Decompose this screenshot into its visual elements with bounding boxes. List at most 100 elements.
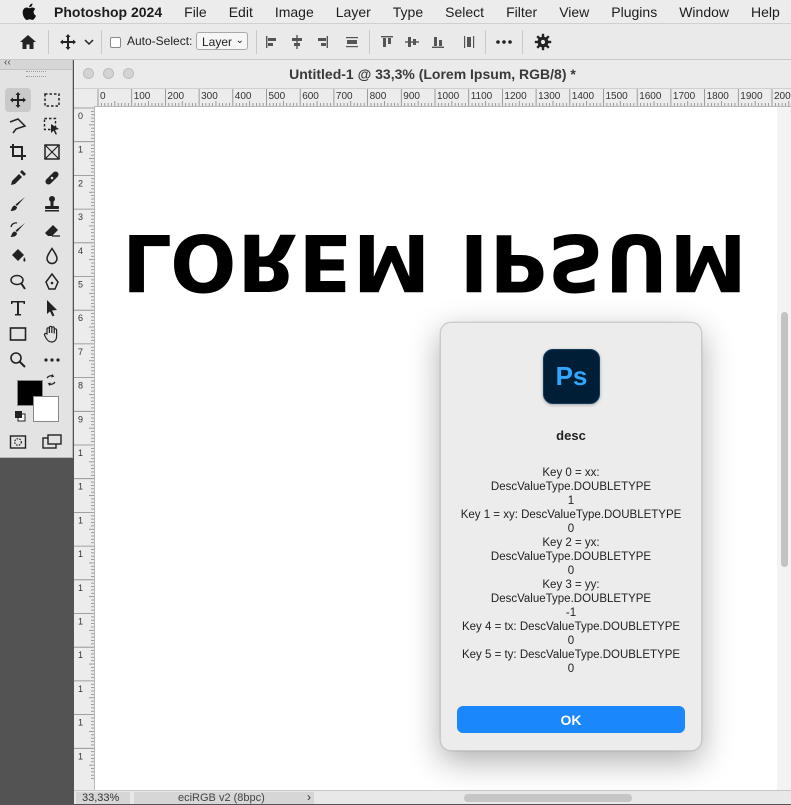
menu-app-name[interactable]: Photoshop 2024 xyxy=(52,4,173,20)
ruler-h-label: 1200 xyxy=(504,91,527,102)
ruler-v-label: 1 xyxy=(78,482,83,492)
photoshop-app-icon: Ps xyxy=(543,349,600,404)
default-colors-icon[interactable] xyxy=(13,409,27,423)
ruler-h-label: 200 xyxy=(167,91,184,102)
horizontal-scroll-thumb[interactable] xyxy=(464,794,632,802)
align-right-edges-icon[interactable] xyxy=(312,32,332,52)
ruler-h-label: 900 xyxy=(403,91,420,102)
ruler-v-label: 1 xyxy=(78,448,83,458)
clone-stamp-tool-icon[interactable] xyxy=(39,192,65,216)
menu-edit[interactable]: Edit xyxy=(218,4,264,20)
distribute-vertical-icon[interactable] xyxy=(459,32,479,52)
ok-button[interactable]: OK xyxy=(457,706,685,733)
auto-select-checkbox[interactable] xyxy=(110,37,121,48)
path-selection-tool-icon[interactable] xyxy=(39,296,65,320)
eyedropper-tool-icon[interactable] xyxy=(5,166,31,190)
dialog-message-line: -1 xyxy=(565,607,577,619)
tools-panel-header[interactable]: ‹‹ xyxy=(0,57,72,70)
rectangular-marquee-tool-icon[interactable] xyxy=(39,88,65,112)
history-brush-tool-icon[interactable] xyxy=(5,218,31,242)
align-horizontal-centers-icon[interactable] xyxy=(287,32,307,52)
menu-window[interactable]: Window xyxy=(668,4,740,20)
collapse-panel-icon[interactable]: ‹‹ xyxy=(4,57,11,68)
zoom-tool-icon[interactable] xyxy=(5,348,31,372)
menu-select[interactable]: Select xyxy=(434,4,495,20)
hand-tool-icon[interactable] xyxy=(39,322,65,346)
spot-healing-brush-tool-icon[interactable] xyxy=(39,166,65,190)
menu-bar: Photoshop 2024 File Edit Image Layer Typ… xyxy=(0,0,791,24)
menu-help[interactable]: Help xyxy=(740,4,791,20)
ruler-h-label: 1900 xyxy=(740,91,763,102)
eraser-tool-icon[interactable] xyxy=(39,218,65,242)
ruler-v-label: 2 xyxy=(78,178,83,188)
distribute-horizontal-icon[interactable] xyxy=(342,32,362,52)
rectangle-tool-icon[interactable] xyxy=(5,322,31,346)
move-tool-icon[interactable] xyxy=(58,32,78,52)
crop-tool-icon[interactable] xyxy=(5,140,31,164)
menu-type[interactable]: Type xyxy=(382,4,434,20)
ruler-v-label: 1 xyxy=(78,145,83,155)
status-bar: 33,33% eciRGB v2 (8bpc) › xyxy=(74,790,791,804)
ruler-v-label: 1 xyxy=(78,751,83,761)
screen-mode-icon[interactable] xyxy=(39,430,65,454)
menu-image[interactable]: Image xyxy=(264,4,325,20)
ruler-h-label: 200 xyxy=(774,91,791,102)
vertical-scroll-thumb[interactable] xyxy=(781,312,788,567)
dodge-tool-icon[interactable] xyxy=(5,270,31,294)
more-options-icon[interactable] xyxy=(494,32,514,52)
home-icon[interactable] xyxy=(18,32,38,52)
menu-plugins[interactable]: Plugins xyxy=(600,4,668,20)
ruler-h-label: 1500 xyxy=(606,91,629,102)
menu-view[interactable]: View xyxy=(548,4,600,20)
more-tools-icon[interactable] xyxy=(39,348,65,372)
ruler-v-label: 1 xyxy=(78,549,83,559)
horizontal-ruler[interactable]: 0 100 200 300 400 500 600 700 800 900 1000 1100 1200… xyxy=(94,89,791,107)
ruler-h-label: 100 xyxy=(134,91,151,102)
tool-preset-chevron-down-icon[interactable] xyxy=(82,32,96,52)
ruler-h-label: 800 xyxy=(370,91,387,102)
align-vertical-centers-icon[interactable] xyxy=(402,32,422,52)
dialog-title: desc xyxy=(556,428,586,443)
swap-colors-icon[interactable] xyxy=(44,373,58,387)
auto-select-target-dropdown[interactable]: Layer ⌄ xyxy=(196,32,248,50)
brush-tool-icon[interactable] xyxy=(5,192,31,216)
menu-filter[interactable]: Filter xyxy=(495,4,548,20)
polygonal-lasso-tool-icon[interactable] xyxy=(5,114,31,138)
ruler-v-label: 4 xyxy=(78,246,83,256)
apple-logo-icon[interactable] xyxy=(20,3,38,21)
ruler-v-label: 1 xyxy=(78,617,83,627)
settings-gear-icon[interactable] xyxy=(533,32,553,52)
pen-tool-icon[interactable] xyxy=(39,270,65,294)
alert-dialog: Ps desc Key 0 = xx: DescValueType.DOUBLE… xyxy=(440,322,702,751)
frame-tool-icon[interactable] xyxy=(39,140,65,164)
panel-grip[interactable] xyxy=(26,71,46,77)
vertical-scrollbar[interactable] xyxy=(777,107,791,790)
document-title-bar[interactable]: Untitled-1 @ 33,3% (Lorem Ipsum, RGB/8) … xyxy=(74,60,791,89)
options-divider xyxy=(256,30,257,54)
ruler-h-label: 0 xyxy=(100,91,106,102)
type-tool-icon[interactable] xyxy=(5,296,31,320)
menu-layer[interactable]: Layer xyxy=(325,4,382,20)
auto-select-label: Auto-Select: xyxy=(127,34,193,48)
vertical-ruler[interactable]: 0 1 2 3 4 5 6 7 8 9 1 1 1 1 1 1 1 1 1 1 xyxy=(74,106,95,797)
dialog-message-line: Key 2 = yx: xyxy=(542,537,600,549)
align-top-edges-icon[interactable] xyxy=(377,32,397,52)
align-left-edges-icon[interactable] xyxy=(262,32,282,52)
blur-tool-icon[interactable] xyxy=(39,244,65,268)
object-selection-tool-icon[interactable] xyxy=(39,114,65,138)
menu-file[interactable]: File xyxy=(173,4,218,20)
chevron-right-icon[interactable]: › xyxy=(307,790,311,804)
quick-mask-icon[interactable] xyxy=(5,430,31,454)
move-tool-icon[interactable] xyxy=(5,88,31,112)
document-info[interactable]: eciRGB v2 (8bpc) xyxy=(134,792,314,804)
ruler-v-label: 9 xyxy=(78,414,83,424)
ruler-v-label: 1 xyxy=(78,650,83,660)
align-bottom-edges-icon[interactable] xyxy=(428,32,448,52)
ruler-h-label: 700 xyxy=(336,91,353,102)
ruler-origin[interactable] xyxy=(74,89,95,107)
paint-bucket-tool-icon[interactable] xyxy=(5,244,31,268)
background-color-swatch[interactable] xyxy=(33,396,59,422)
zoom-level-field[interactable]: 33,33% xyxy=(76,792,130,804)
ruler-h-label: 600 xyxy=(302,91,319,102)
dialog-message-line: DescValueType.DOUBLETYPE xyxy=(490,551,652,563)
